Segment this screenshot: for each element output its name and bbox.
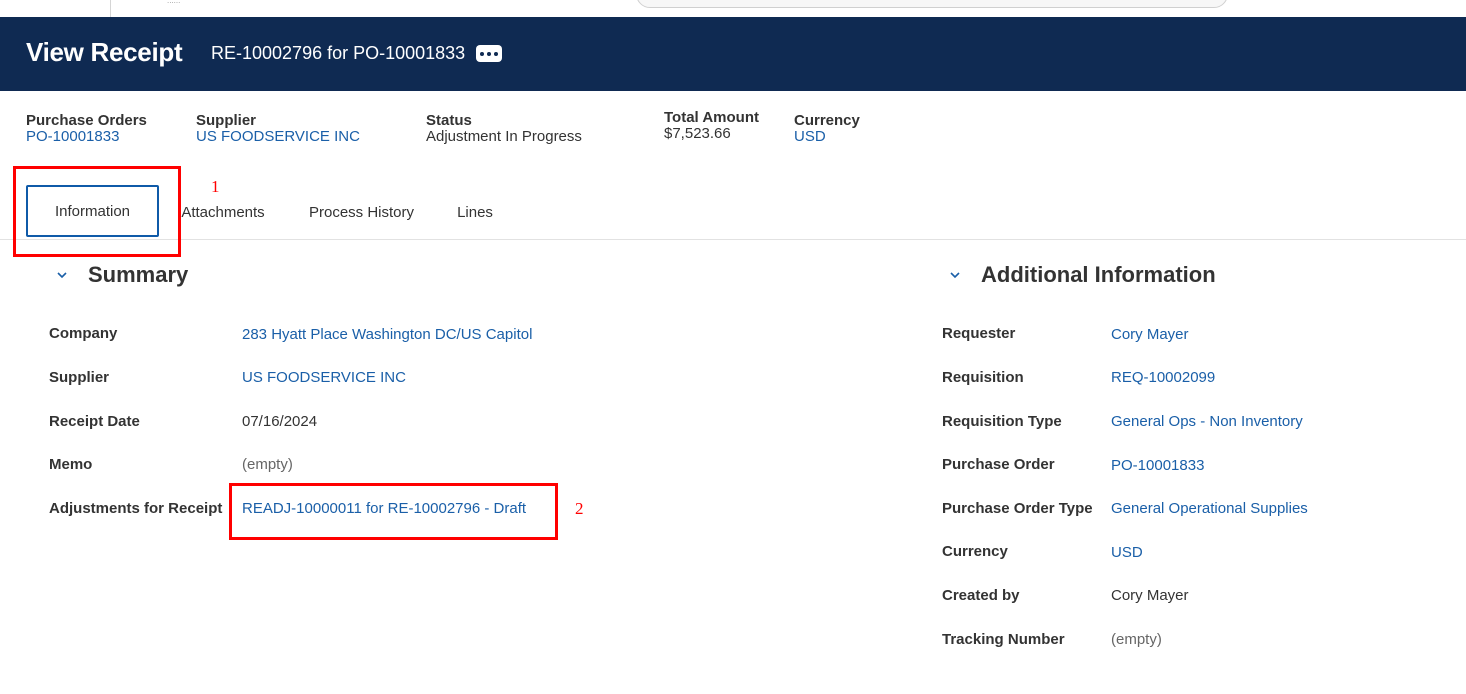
receipt-date-value: 07/16/2024: [242, 413, 318, 430]
header-field-total-amount: Total Amount $7,523.66: [664, 110, 759, 142]
summary-label-memo: Memo: [49, 456, 93, 473]
header-field-purchase-orders: Purchase Orders PO-10001833: [26, 113, 147, 145]
currency-link[interactable]: USD: [1111, 544, 1143, 561]
chevron-down-icon[interactable]: [57, 270, 67, 280]
adjustment-link[interactable]: READJ-10000011 for RE-10002796 - Draft: [242, 500, 526, 517]
additional-label-purchase-order: Purchase Order: [942, 456, 1055, 473]
company-link[interactable]: 283 Hyatt Place Washington DC/US Capitol: [242, 326, 532, 343]
related-actions-button[interactable]: [476, 45, 502, 62]
memo-value: (empty): [242, 456, 293, 473]
currency-link[interactable]: USD: [794, 129, 860, 145]
top-strip: ......: [0, 0, 1466, 17]
supplier-link[interactable]: US FOODSERVICE INC: [196, 129, 360, 145]
ellipsis-icon: [480, 51, 484, 56]
page-title: View Receipt: [26, 37, 183, 67]
field-label: Purchase Orders: [26, 112, 147, 129]
requisition-type-link[interactable]: General Ops - Non Inventory: [1111, 413, 1303, 430]
additional-info-section-title: Additional Information: [981, 262, 1216, 287]
tracking-number-value: (empty): [1111, 631, 1162, 648]
field-label: Supplier: [196, 112, 257, 129]
annotation-number-2: 2: [575, 499, 584, 518]
tab-bar: Information Attachments Process History …: [0, 178, 1466, 240]
page-header: View Receipt RE-10002796 for PO-10001833: [0, 17, 1466, 91]
page-subtitle: RE-10002796 for PO-10001833: [211, 43, 466, 63]
header-field-status: Status Adjustment In Progress: [426, 113, 582, 145]
purchase-order-type-link[interactable]: General Operational Supplies: [1111, 500, 1308, 517]
header-field-currency: Currency USD: [794, 113, 860, 145]
header-field-supplier: Supplier US FOODSERVICE INC: [196, 113, 360, 145]
additional-label-requisition: Requisition: [942, 369, 1024, 386]
total-amount-value: $7,523.66: [664, 125, 731, 142]
additional-label-purchase-order-type: Purchase Order Type: [942, 500, 1093, 517]
field-label: Status: [426, 112, 472, 129]
ellipsis-icon-dot: [494, 51, 498, 56]
chevron-down-icon[interactable]: [950, 270, 960, 280]
field-label: Total Amount: [664, 109, 759, 126]
created-by-value: Cory Mayer: [1111, 587, 1189, 604]
summary-label-receipt-date: Receipt Date: [49, 413, 140, 430]
annotation-box-1: [13, 166, 181, 257]
divider: [110, 0, 111, 17]
annotation-number-1: 1: [211, 177, 220, 196]
additional-label-created-by: Created by: [942, 587, 1020, 604]
ellipsis-icon-dot: [487, 51, 491, 56]
additional-label-currency: Currency: [942, 543, 1008, 560]
search-input[interactable]: [636, 0, 1228, 8]
additional-label-requester: Requester: [942, 325, 1016, 342]
requester-link[interactable]: Cory Mayer: [1111, 326, 1189, 343]
status-value: Adjustment In Progress: [426, 128, 582, 145]
top-tiny-text: ......: [167, 0, 181, 5]
summary-label-adjustments: Adjustments for Receipt: [49, 500, 223, 517]
additional-label-tracking-number: Tracking Number: [942, 631, 1065, 648]
purchase-order-link[interactable]: PO-10001833: [26, 129, 147, 145]
field-label: Currency: [794, 112, 860, 129]
tab-attachments[interactable]: Attachments: [178, 186, 268, 238]
purchase-order-link[interactable]: PO-10001833: [1111, 457, 1204, 474]
supplier-link[interactable]: US FOODSERVICE INC: [242, 369, 406, 386]
requisition-link[interactable]: REQ-10002099: [1111, 369, 1215, 386]
additional-label-requisition-type: Requisition Type: [942, 413, 1062, 430]
summary-label-company: Company: [49, 325, 118, 342]
tab-lines[interactable]: Lines: [452, 186, 498, 238]
summary-label-supplier: Supplier: [49, 369, 110, 386]
tab-process-history[interactable]: Process History: [305, 186, 418, 238]
summary-section-title: Summary: [88, 262, 189, 287]
